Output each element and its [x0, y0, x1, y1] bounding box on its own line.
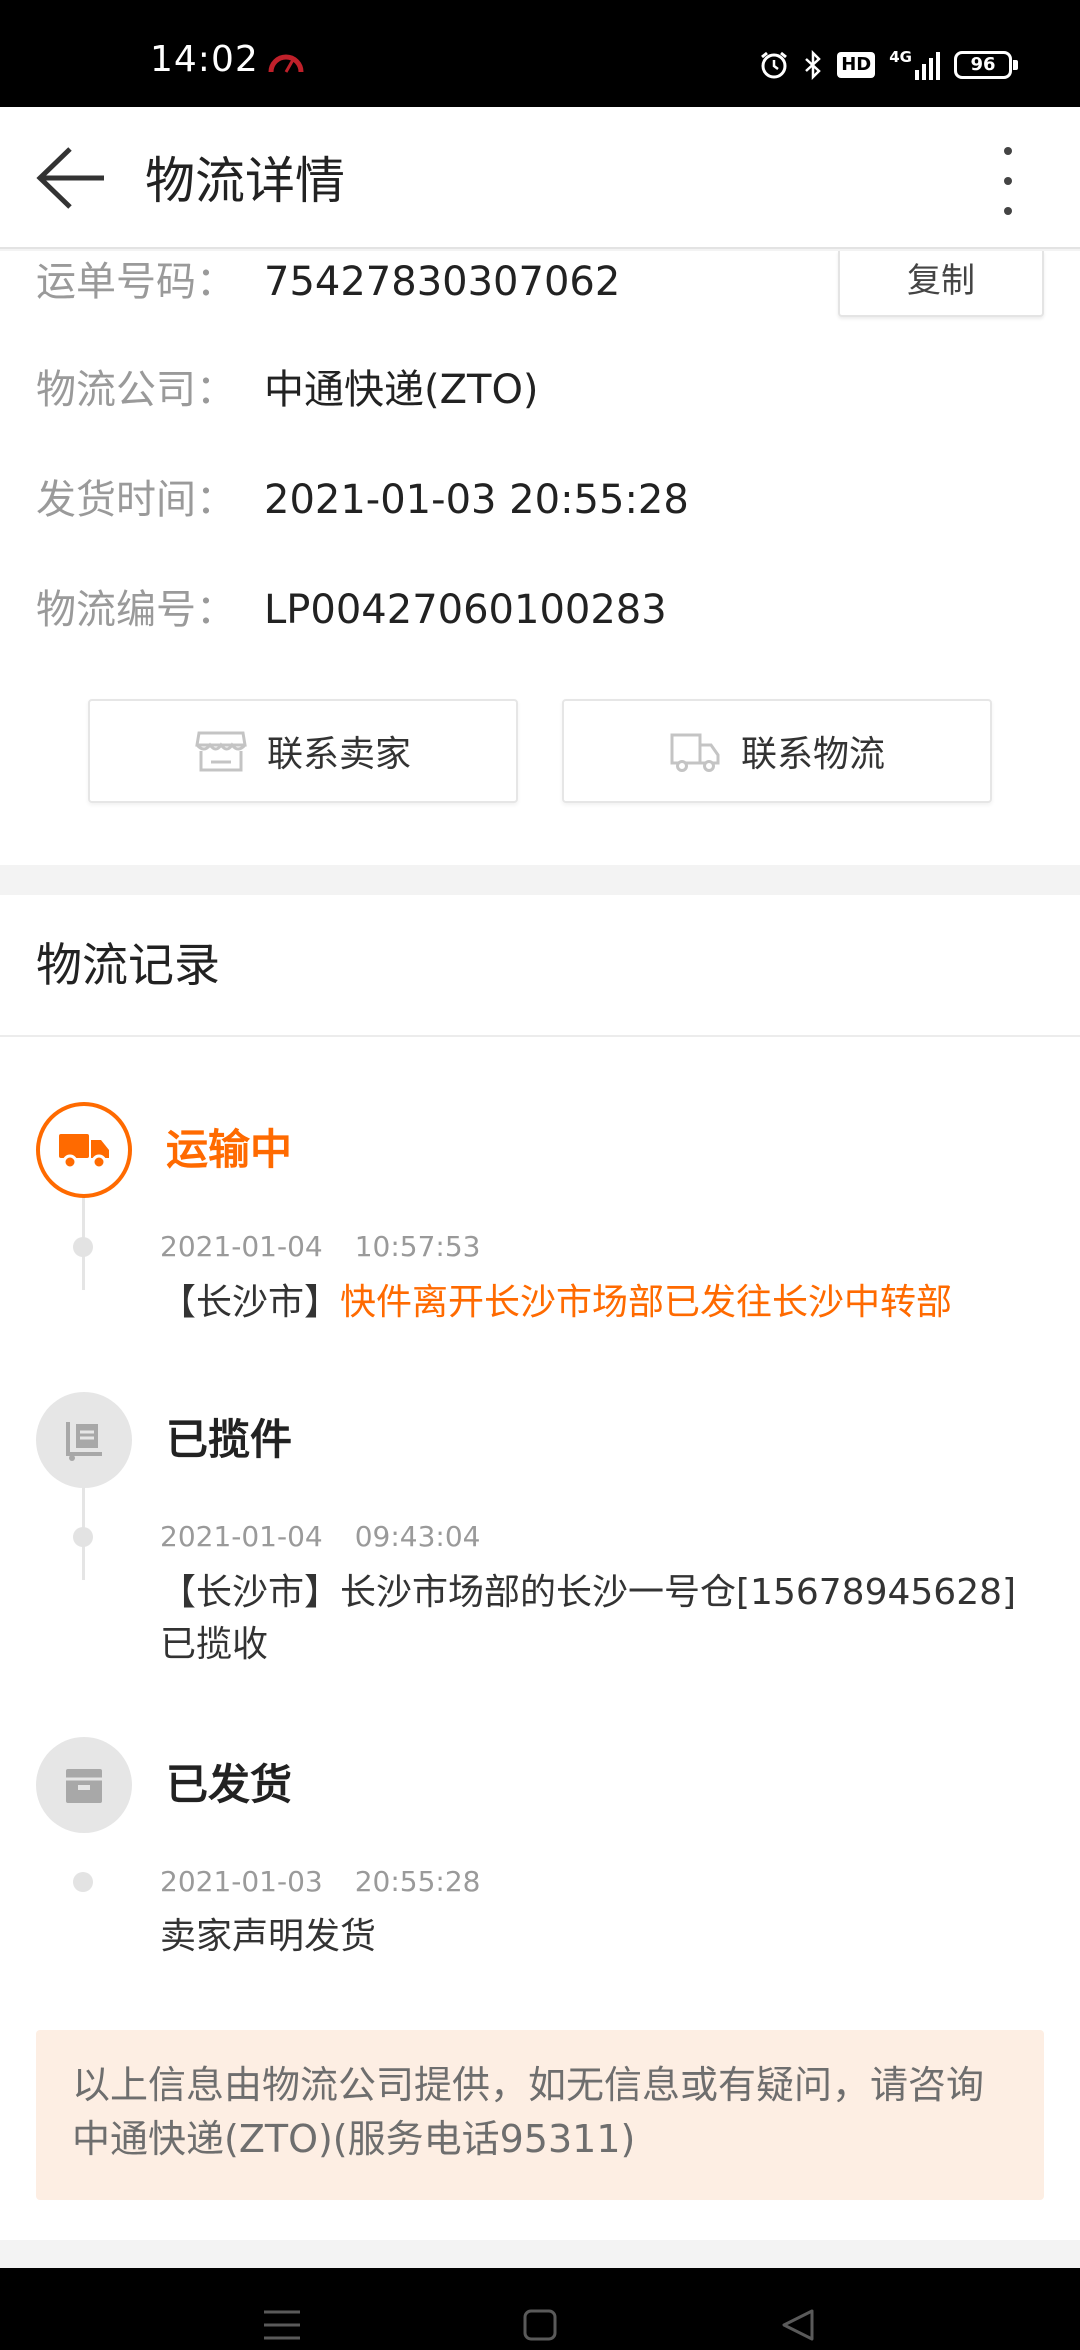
timeline-dot	[73, 1872, 93, 1892]
timeline-dot	[73, 1527, 93, 1547]
record-city: 【长沙市】	[160, 1572, 341, 1613]
system-nav-bar	[0, 2268, 1080, 2350]
status-icons: HD 4G 96	[759, 48, 1018, 82]
contact-seller-button[interactable]: 联系卖家	[88, 699, 518, 803]
alarm-icon	[761, 51, 788, 79]
store-icon	[195, 731, 247, 772]
status-bar: 14:02 HD 4G 96	[0, 0, 1080, 107]
divider	[0, 1035, 1080, 1037]
contact-logistics-label: 联系物流	[740, 734, 885, 775]
info-notice: 以上信息由物流公司提供，如无信息或有疑问，请咨询 中通快递(ZTO)(服务电话9…	[36, 2030, 1044, 2200]
truck-icon	[670, 733, 720, 772]
ship-time-label: 发货时间：	[36, 477, 236, 523]
ship-time-value: 2021-01-03 20:55:28	[264, 477, 689, 523]
signal-icon: 4G	[889, 50, 940, 80]
timeline-dot	[73, 1237, 93, 1257]
tracking-number-row: 运单号码： 75427830307062	[36, 257, 620, 307]
logistics-number-value: LP00427060100283	[264, 587, 667, 633]
copy-button[interactable]: 复制	[838, 251, 1044, 317]
hd-icon: HD	[837, 52, 876, 78]
contact-seller-label: 联系卖家	[266, 734, 411, 775]
record-city: 【长沙市】	[160, 1282, 341, 1323]
battery-icon: 96	[954, 51, 1018, 79]
record-status: 已揽件	[166, 1415, 293, 1464]
tracking-number-label: 运单号码：	[36, 259, 236, 305]
record-timestamp: 2021-01-03 20:55:28	[160, 1864, 481, 1900]
page-title: 物流详情	[145, 152, 345, 210]
speed-icon	[268, 54, 304, 73]
status-time: 14:02	[150, 39, 259, 80]
menu-icon[interactable]	[262, 2308, 302, 2342]
record-description: 卖家声明发货	[160, 1911, 1020, 1963]
record-timestamp: 2021-01-04 09:43:04	[160, 1519, 481, 1555]
box-icon	[66, 1769, 102, 1803]
back-nav-icon[interactable]	[780, 2308, 816, 2342]
record-time: 10:57:53	[354, 1230, 481, 1263]
in-transit-status-icon	[36, 1102, 132, 1198]
record-status: 已发货	[166, 1760, 293, 1809]
logistics-number-label: 物流编号：	[36, 587, 236, 633]
record-time: 20:55:28	[354, 1865, 481, 1898]
record-date: 2021-01-03	[160, 1865, 323, 1898]
records-title: 物流记录	[36, 938, 220, 992]
back-arrow-icon[interactable]	[34, 143, 108, 213]
bluetooth-icon	[805, 50, 822, 80]
pickup-icon	[66, 1422, 102, 1461]
logistics-number-row: 物流编号： LP00427060100283	[36, 585, 667, 635]
record-description: 【长沙市】快件离开长沙市场部已发往长沙中转部	[160, 1277, 1020, 1329]
record-timestamp: 2021-01-04 10:57:53	[160, 1229, 481, 1265]
delivery-truck-icon	[59, 1134, 109, 1170]
home-icon[interactable]	[522, 2308, 558, 2342]
record-detail: 卖家声明发货	[160, 1916, 377, 1957]
record-status: 运输中	[166, 1125, 293, 1174]
record-detail: 快件离开长沙市场部已发往长沙中转部	[340, 1282, 953, 1323]
company-row: 物流公司： 中通快递(ZTO)	[36, 365, 539, 415]
contact-logistics-button[interactable]: 联系物流	[562, 699, 992, 803]
record-time: 09:43:04	[354, 1520, 481, 1553]
network-type: 4G	[889, 48, 912, 66]
company-label: 物流公司：	[36, 367, 236, 413]
picked-up-status-icon	[36, 1392, 132, 1488]
record-date: 2021-01-04	[160, 1230, 323, 1263]
ship-time-row: 发货时间： 2021-01-03 20:55:28	[36, 475, 689, 525]
shipped-status-icon	[36, 1737, 132, 1833]
logistics-records-card: 物流记录 运输中 2021-01-04 10:57:53 【长沙市】快件离开长沙…	[0, 895, 1080, 2240]
app-bar: 物流详情	[0, 107, 1080, 249]
more-vertical-icon[interactable]	[996, 143, 1020, 219]
tracking-number-value: 75427830307062	[264, 259, 621, 305]
company-value: 中通快递(ZTO)	[264, 367, 539, 413]
record-date: 2021-01-04	[160, 1520, 323, 1553]
record-description: 【长沙市】长沙市场部的长沙一号仓[15678945628]已揽收	[160, 1567, 1020, 1671]
shipment-info-card: 运单号码： 75427830307062 复制 物流公司： 中通快递(ZTO) …	[0, 251, 1080, 865]
